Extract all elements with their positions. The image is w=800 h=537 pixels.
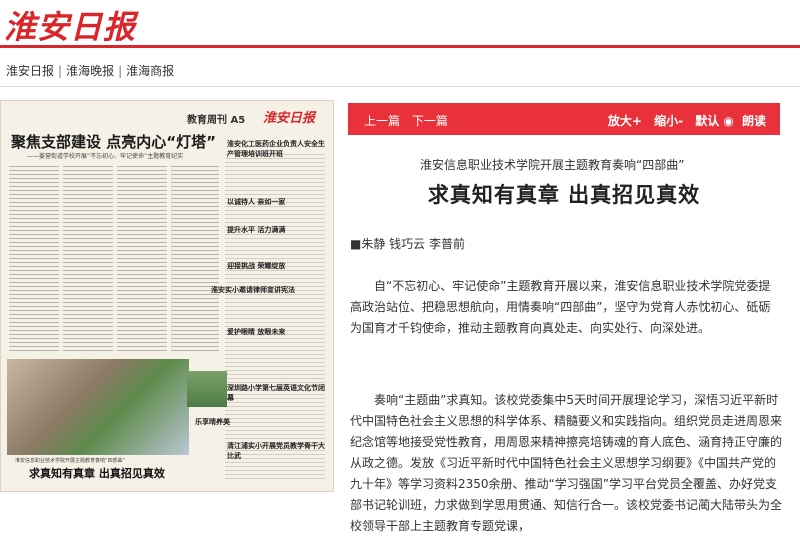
paper-bottom-caption: 淮安信息职业技术学院开展主题教育奏响“四部曲” — [15, 458, 126, 464]
article-paragraph: 自“不忘初心、牢记使命”主题教育开展以来，淮安信息职业技术学院党委提高政治站位、… — [350, 279, 771, 335]
paper-photo — [7, 359, 189, 455]
paper-article-title[interactable]: 淮安实小邀请律师宣讲宪法 — [211, 285, 295, 295]
paper-article-title[interactable]: 提升水平 活力满满 — [227, 225, 285, 235]
paper-article-title[interactable]: 深圳路小学第七届英语文化节闭幕 — [227, 383, 327, 403]
speaker-icon: ◉ — [723, 114, 734, 128]
nav-divider — [0, 86, 800, 87]
paper-subheadline: ——姜营街道学校开展“不忘初心、牢记使命”主题教育纪实 — [27, 153, 184, 160]
prev-article-link[interactable]: 上一篇 — [364, 114, 400, 128]
site-logo[interactable]: 淮安日报 — [4, 2, 136, 48]
newspaper-page-thumbnail[interactable]: 教育周刊 A5 淮安日报 聚焦支部建设 点亮内心“灯塔” ——姜营街道学校开展“… — [0, 100, 334, 492]
nav-link-huaian-daily[interactable]: 淮安日报 — [6, 62, 54, 79]
paper-nav: 淮安日报 | 淮海晚报 | 淮海商报 — [6, 62, 174, 79]
article-author: ■朱静 钱巧云 李普前 — [350, 237, 465, 251]
paper-article-title[interactable]: 爱护眼睛 放眼未来 — [227, 327, 285, 337]
read-aloud-button[interactable]: 朗读 — [742, 114, 766, 128]
article-paragraph: 奏响“主题曲”求真知。该校党委集中5天时间开展理论学习，深悟习近平新时代中国特色… — [350, 393, 783, 533]
next-article-link[interactable]: 下一篇 — [412, 114, 448, 128]
text-column — [63, 163, 113, 353]
article-subtitle: 淮安信息职业技术学院开展主题教育奏响“四部曲” — [420, 158, 685, 172]
article-toolbar: 上一篇 下一篇 放大+ 缩小- 默认 ◉ 朗读 — [348, 103, 780, 135]
paper-headline[interactable]: 聚焦支部建设 点亮内心“灯塔” — [11, 131, 216, 152]
masthead: 淮安日报 — [0, 0, 800, 46]
text-column — [117, 163, 167, 353]
text-column — [9, 163, 59, 353]
header-rule — [0, 45, 800, 48]
nav-link-huaihai-business[interactable]: 淮海商报 — [126, 62, 174, 79]
paper-photo-caption: 乐享晴养美 — [195, 418, 230, 426]
article-title: 求真知有真章 出真招见真效 — [427, 183, 701, 207]
default-size-button[interactable]: 默认 — [695, 114, 719, 128]
paper-bottom-title[interactable]: 求真知有真章 出真招见真效 — [29, 465, 165, 481]
nav-separator: | — [58, 64, 63, 78]
paper-page-label: 教育周刊 A5 — [187, 115, 246, 126]
text-column — [171, 163, 219, 353]
nav-link-huaihai-evening[interactable]: 淮海晚报 — [66, 62, 114, 79]
paper-logo: 淮安日报 — [263, 111, 316, 126]
zoom-in-button[interactable]: 放大+ — [608, 114, 642, 128]
paper-photo — [187, 371, 227, 407]
paper-article-title[interactable]: 迎接挑战 荣耀绽放 — [227, 261, 285, 271]
paper-article-title[interactable]: 以诚待人 亲如一家 — [227, 197, 285, 207]
paper-article-title[interactable]: 清江浦实小开展党员教学骨干大比武 — [227, 441, 327, 461]
paper-article-title[interactable]: 淮安化工医药企业负责人安全生产管理培训班开班 — [227, 139, 327, 159]
nav-separator: | — [118, 64, 123, 78]
zoom-out-button[interactable]: 缩小- — [654, 114, 683, 128]
